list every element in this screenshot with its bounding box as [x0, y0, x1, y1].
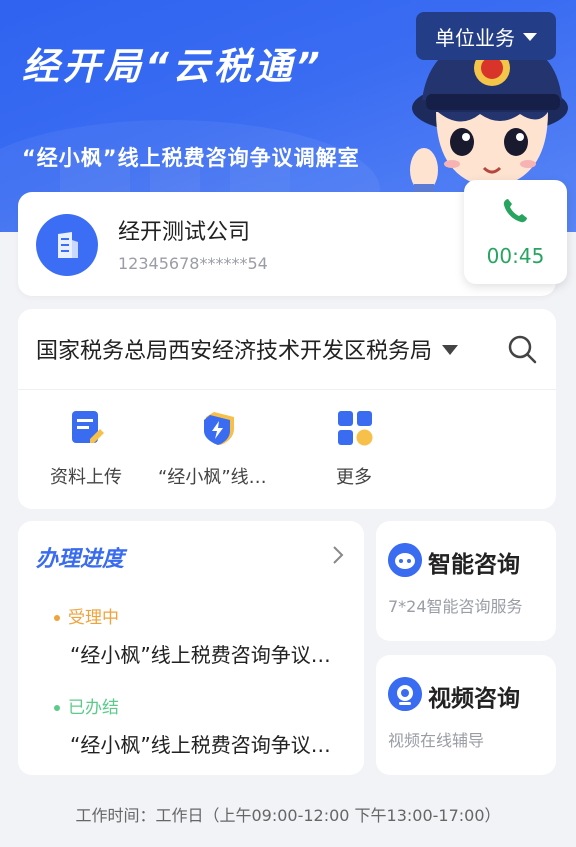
status-dot [54, 615, 60, 621]
banner-title: 经开局“云税通” [22, 45, 324, 88]
progress-card[interactable]: 办理进度 受理中 “经小枫”线上税费咨询争议调解 已办结 “经小枫”线上税费咨询… [18, 521, 364, 775]
work-hours-text: 工作时间：工作日（上午09:00-12:00 下午13:00-17:00） [75, 806, 501, 825]
smart-consult-card[interactable]: 智能咨询 7*24智能咨询服务 [376, 521, 556, 641]
smart-consult-title: 智能咨询 [428, 552, 520, 578]
chatbot-icon [388, 543, 422, 577]
search-icon[interactable] [506, 333, 538, 365]
bureau-selector[interactable]: 国家税务总局西安经济技术开发区税务局 [18, 309, 556, 390]
chevron-right-icon[interactable] [328, 543, 348, 567]
tax-bureau-card: 国家税务总局西安经济技术开发区税务局 资料上传 “经小枫”线上税费咨询 [18, 309, 556, 509]
progress-item[interactable]: “经小枫”线上税费咨询争议调解 [70, 639, 350, 668]
company-name: 经开测试公司 [118, 220, 251, 245]
phone-icon [503, 199, 527, 223]
status-label: 已办结 [54, 693, 119, 718]
quick-action-label: “经小枫”线上税费咨询 [158, 467, 278, 488]
building-icon [36, 214, 98, 276]
bureau-name: 国家税务总局西安经济技术开发区税务局 [36, 339, 433, 364]
quick-action-consult[interactable]: “经小枫”线上税费咨询 [158, 409, 278, 499]
video-consult-title: 视频咨询 [428, 686, 520, 712]
document-edit-icon [72, 411, 104, 443]
banner-subtitle: “经小枫”线上税费咨询争议调解室 [22, 146, 360, 170]
unit-business-button[interactable]: 单位业务 [416, 12, 556, 60]
progress-item[interactable]: “经小枫”线上税费咨询争议调解 [70, 729, 350, 758]
grid-more-icon [338, 411, 373, 446]
progress-title: 办理进度 [36, 547, 125, 572]
quick-action-upload[interactable]: 资料上传 [26, 409, 146, 499]
call-timer: 00:45 [486, 244, 545, 268]
shield-lightning-icon [204, 412, 234, 445]
quick-action-more[interactable]: 更多 [294, 409, 414, 499]
smart-consult-desc: 7*24智能咨询服务 [388, 597, 523, 616]
status-dot [54, 705, 60, 711]
chevron-down-icon [523, 33, 537, 41]
webcam-icon [388, 677, 422, 711]
status-label: 受理中 [54, 603, 119, 628]
quick-action-label: 资料上传 [50, 467, 122, 488]
unit-business-label: 单位业务 [435, 25, 515, 50]
dropdown-caret-icon [442, 345, 458, 355]
company-tax-id: 12345678******54 [118, 254, 268, 273]
quick-action-label: 更多 [336, 467, 372, 488]
video-consult-desc: 视频在线辅导 [388, 731, 485, 750]
video-consult-card[interactable]: 视频咨询 视频在线辅导 [376, 655, 556, 775]
call-timer-widget[interactable]: 00:45 [464, 180, 567, 284]
